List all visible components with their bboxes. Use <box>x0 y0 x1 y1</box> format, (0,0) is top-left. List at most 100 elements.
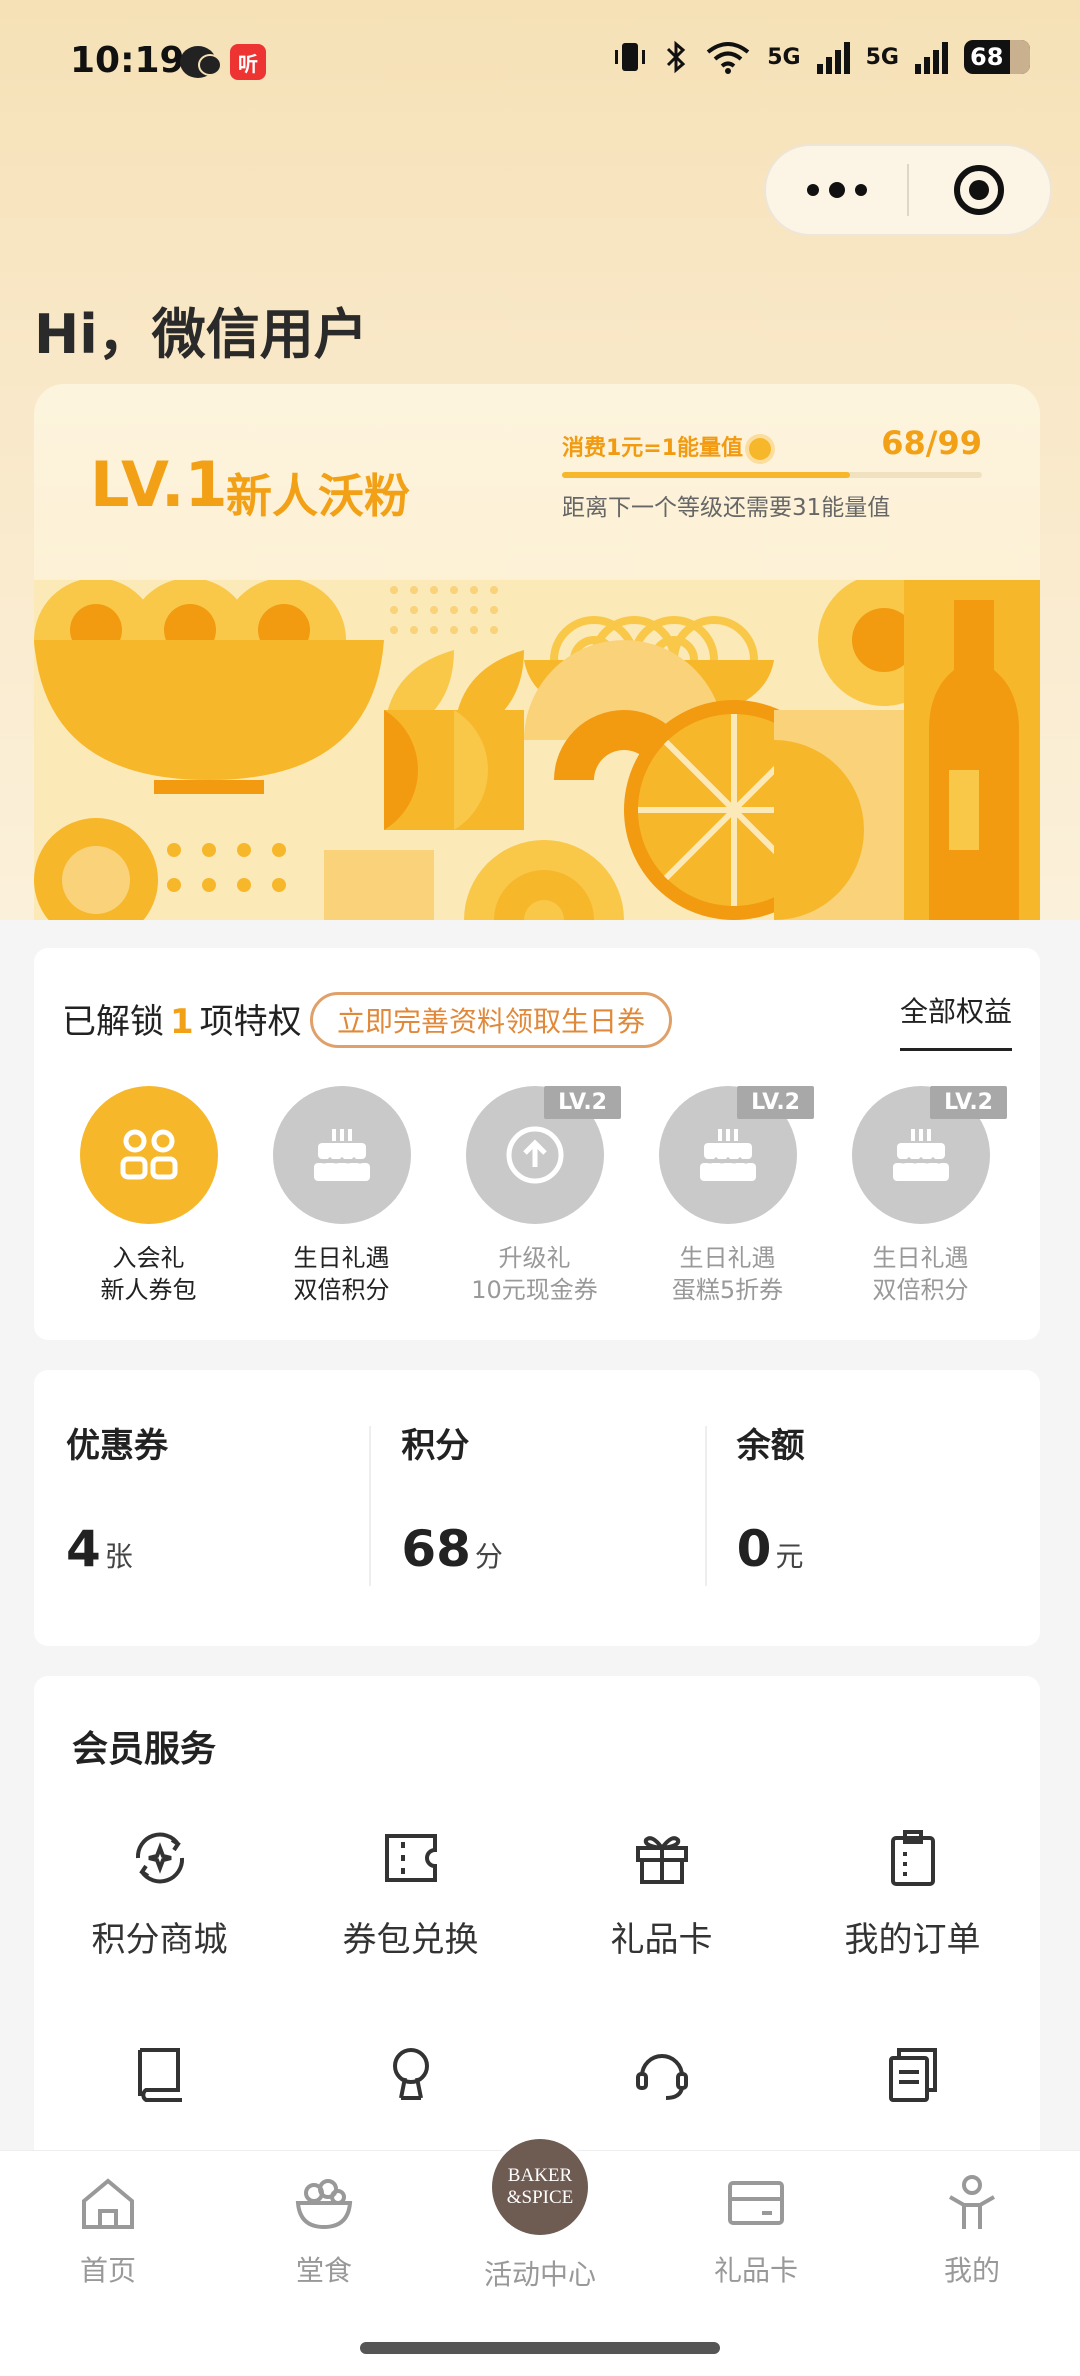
energy-rule-text: 消费1元=1能量值 <box>562 436 744 461</box>
food-illustration <box>34 580 1040 920</box>
more-options-button[interactable] <box>766 144 907 236</box>
asset-title: 余额 <box>736 1426 805 1466</box>
network-type-1: 5G <box>767 44 801 70</box>
service-my-orders[interactable]: 我的订单 <box>787 1826 1038 2042</box>
service-coupon-exchange[interactable]: 券包兑换 <box>285 1826 536 2042</box>
brand-logo: BAKER &SPICE <box>488 2135 592 2239</box>
member-level-name: 新人沃粉 <box>226 469 410 523</box>
assets-card: 优惠券 4张 积分 68 分 余额 0元 <box>34 1370 1040 1646</box>
privilege-list: 入会礼 新人券包 生日礼遇 双倍积分 LV.2 升级礼 10元现金券 LV.2 生日礼… <box>34 1086 1040 1306</box>
energy-progress-fill <box>562 472 851 478</box>
tab-label: 活动中心 <box>483 2258 596 2291</box>
privilege-item-birthday-cake[interactable]: LV.2 生日礼遇 蛋糕5折券 <box>631 1086 824 1306</box>
battery-icon: 68 <box>964 40 1030 74</box>
more-dot-icon <box>828 182 845 198</box>
tab-label: 堂食 <box>295 2254 352 2287</box>
complete-profile-button[interactable]: 立即完善资料领取生日券 <box>310 992 673 1048</box>
member-level: LV.1 <box>90 448 228 521</box>
service-gift-card[interactable]: 礼品卡 <box>536 1826 787 2042</box>
tab-home[interactable]: 首页 <box>0 2171 216 2289</box>
more-dot-icon <box>806 184 819 196</box>
tab-label: 礼品卡 <box>713 2254 798 2287</box>
person-icon <box>949 2175 995 2229</box>
battery-level: 68 <box>970 43 1004 71</box>
points-mall-icon <box>135 1832 184 1884</box>
asset-balance[interactable]: 余额 0元 <box>704 1370 1040 1646</box>
privileges-summary: 已解锁 1 项特权 <box>62 994 302 1043</box>
asset-value: 68 分 <box>401 1520 503 1578</box>
vibrate-icon <box>615 43 646 71</box>
signal-icon-2 <box>915 40 948 74</box>
privilege-item-upgrade[interactable]: LV.2 升级礼 10元现金券 <box>438 1086 631 1306</box>
service-label: 积分商城 <box>91 1920 228 1960</box>
documents-icon <box>888 2048 937 2102</box>
status-left-icons: 听 <box>180 44 266 80</box>
status-time: 10:19 <box>70 40 185 81</box>
upgrade-icon <box>506 1126 563 1184</box>
status-right-icons: 5G 5G 68 <box>613 40 1030 74</box>
privilege-label: 生日礼遇 蛋糕5折券 <box>671 1244 784 1304</box>
privilege-label: 升级礼 10元现金券 <box>471 1244 598 1304</box>
signal-icon <box>816 40 850 74</box>
asset-value: 4张 <box>66 1520 133 1578</box>
cake-icon <box>892 1129 949 1181</box>
energy-progress-tip: 距离下一个等级还需要31能量值 <box>562 495 891 521</box>
more-dot-icon <box>854 184 867 196</box>
privilege-item-welcome[interactable]: 入会礼 新人券包 <box>52 1086 245 1306</box>
home-icon <box>82 2178 134 2229</box>
ticket-icon <box>384 1834 437 1882</box>
level-badge: LV.2 <box>930 1086 1007 1119</box>
tab-dine-in[interactable]: 堂食 <box>216 2171 432 2289</box>
energy-rule: 消费1元=1能量值 <box>562 430 772 462</box>
all-benefits-link[interactable]: 全部权益 <box>899 990 1012 1051</box>
level-badge: LV.2 <box>544 1086 621 1119</box>
tab-activity-center[interactable]: BAKER &SPICE 活动中心 <box>432 2135 648 2293</box>
services-title: 会员服务 <box>72 1729 217 1770</box>
privileges-count: 1 <box>170 1002 194 1042</box>
status-bar: 10:19 听 5G 5G 68 <box>0 0 1080 130</box>
tab-mine[interactable]: 我的 <box>864 2171 1080 2289</box>
privilege-label: 生日礼遇 双倍积分 <box>872 1244 969 1304</box>
miniprogram-capsule <box>764 144 1052 236</box>
bluetooth-icon <box>667 40 686 74</box>
book-icon <box>137 2048 182 2102</box>
service-label: 我的订单 <box>844 1920 981 1960</box>
network-type-2: 5G <box>865 44 899 70</box>
wifi-icon <box>707 42 750 74</box>
people-icon <box>120 1129 177 1180</box>
headset-icon <box>635 2054 688 2100</box>
energy-progress-value: 68/99 <box>881 424 982 462</box>
energy-progress-bar <box>562 472 982 478</box>
service-points-mall[interactable]: 积分商城 <box>34 1826 285 2042</box>
privilege-label: 入会礼 新人券包 <box>100 1244 197 1304</box>
bowl-icon <box>295 2179 353 2230</box>
cake-icon <box>313 1129 370 1181</box>
logo-line2: &SPICE <box>506 2187 574 2208</box>
tab-gift-card[interactable]: 礼品卡 <box>648 2171 864 2289</box>
wechat-icon <box>180 46 222 78</box>
privileges-prefix: 已解锁 <box>62 1002 164 1042</box>
level-badge: LV.2 <box>737 1086 814 1119</box>
profile-icon <box>392 2048 429 2100</box>
home-indicator[interactable] <box>360 2342 720 2354</box>
tab-label: 首页 <box>79 2254 136 2287</box>
cake-icon <box>699 1129 756 1181</box>
privilege-circle <box>79 1086 218 1224</box>
logo-line1: BAKER <box>507 2165 573 2186</box>
member-card[interactable]: LV.1 新人沃粉 消费1元=1能量值 68/99 距离下一个等级还需要31能量… <box>34 384 1040 920</box>
target-icon <box>954 165 1005 215</box>
privilege-circle <box>272 1086 411 1224</box>
sun-icon <box>749 438 772 460</box>
privilege-item-birthday-points-lv2[interactable]: LV.2 生日礼遇 双倍积分 <box>824 1086 1017 1306</box>
close-miniprogram-button[interactable] <box>909 144 1050 236</box>
asset-coupons[interactable]: 优惠券 4张 <box>34 1370 369 1646</box>
service-label: 券包兑换 <box>342 1920 479 1960</box>
privileges-card: 已解锁 1 项特权 立即完善资料领取生日券 全部权益 入会礼 新人券包 生日礼遇 双倍积… <box>34 948 1040 1340</box>
greeting-title: Hi，微信用户 <box>34 303 368 366</box>
privilege-item-birthday-points[interactable]: 生日礼遇 双倍积分 <box>245 1086 438 1306</box>
card-icon <box>728 2181 784 2225</box>
service-label: 礼品卡 <box>610 1920 713 1960</box>
asset-points[interactable]: 积分 68 分 <box>369 1370 704 1646</box>
app-notification-icon: 听 <box>230 44 266 80</box>
gift-icon <box>635 1836 688 1884</box>
